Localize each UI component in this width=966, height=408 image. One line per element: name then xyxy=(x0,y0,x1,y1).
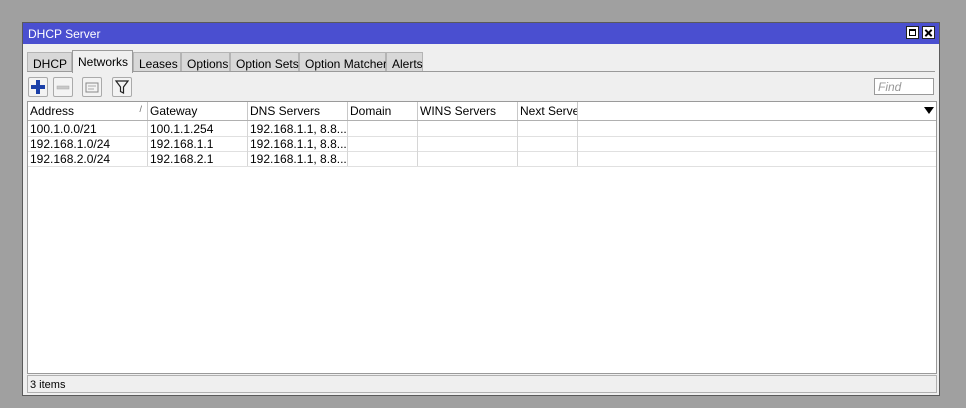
cell-gateway: 100.1.1.254 xyxy=(148,121,248,136)
tab-divider xyxy=(27,71,935,72)
cell-next-server xyxy=(518,151,578,166)
sort-indicator: / xyxy=(139,104,142,114)
column-header-dns-servers[interactable]: DNS Servers xyxy=(248,102,348,120)
cell-dns-servers: 192.168.1.1, 8.8.... xyxy=(250,136,348,151)
cell-next-server xyxy=(518,136,578,151)
table-row[interactable]: 100.1.0.0/21 100.1.1.254 192.168.1.1, 8.… xyxy=(28,121,936,137)
item-count: 3 items xyxy=(30,379,66,391)
cell-wins-servers xyxy=(418,136,518,151)
cell-domain xyxy=(348,121,418,136)
note-icon xyxy=(85,82,99,93)
maximize-icon[interactable] xyxy=(906,26,919,39)
tab-alerts[interactable]: Alerts xyxy=(386,52,423,72)
cell-domain xyxy=(348,136,418,151)
filter-button[interactable] xyxy=(112,77,132,97)
minus-icon xyxy=(56,85,70,90)
find-input[interactable] xyxy=(874,78,934,95)
tab-option-sets[interactable]: Option Sets xyxy=(230,52,299,72)
column-header-wins-servers[interactable]: WINS Servers xyxy=(418,102,518,120)
column-header-address[interactable]: Address / xyxy=(28,102,148,120)
add-button[interactable] xyxy=(28,77,48,97)
tab-networks[interactable]: Networks xyxy=(72,50,133,73)
window-title: DHCP Server xyxy=(28,27,101,41)
tab-leases[interactable]: Leases xyxy=(133,52,181,72)
cell-domain xyxy=(348,151,418,166)
close-icon[interactable] xyxy=(922,26,935,39)
cell-wins-servers xyxy=(418,121,518,136)
cell-address: 192.168.1.0/24 xyxy=(28,136,148,151)
columns-dropdown-icon[interactable] xyxy=(924,107,934,114)
status-bar: 3 items xyxy=(27,375,937,393)
tab-options[interactable]: Options xyxy=(181,52,230,72)
column-header-next-server[interactable]: Next Server xyxy=(518,102,578,120)
cell-gateway: 192.168.2.1 xyxy=(148,151,248,166)
tab-dhcp[interactable]: DHCP xyxy=(27,52,72,72)
title-bar[interactable]: DHCP Server xyxy=(23,23,939,44)
cell-dns-servers: 192.168.1.1, 8.8.... xyxy=(250,151,348,166)
networks-table: Address / Gateway DNS Servers Domain WIN… xyxy=(27,101,937,374)
cell-address: 100.1.0.0/21 xyxy=(28,121,148,136)
cell-next-server xyxy=(518,121,578,136)
column-header-gateway[interactable]: Gateway xyxy=(148,102,248,120)
remove-button[interactable] xyxy=(53,77,73,97)
cell-dns-servers: 192.168.1.1, 8.8.... xyxy=(250,121,348,136)
cell-address: 192.168.2.0/24 xyxy=(28,151,148,166)
cell-gateway: 192.168.1.1 xyxy=(148,136,248,151)
filter-icon xyxy=(114,80,130,94)
table-row[interactable]: 192.168.1.0/24 192.168.1.1 192.168.1.1, … xyxy=(28,136,936,152)
plus-icon xyxy=(31,80,45,94)
table-row[interactable]: 192.168.2.0/24 192.168.2.1 192.168.1.1, … xyxy=(28,151,936,167)
table-header: Address / Gateway DNS Servers Domain WIN… xyxy=(28,102,936,121)
cell-wins-servers xyxy=(418,151,518,166)
comment-button[interactable] xyxy=(82,77,102,97)
tab-option-matcher[interactable]: Option Matcher xyxy=(299,52,387,72)
column-header-domain[interactable]: Domain xyxy=(348,102,418,120)
dhcp-server-window: DHCP Server DHCP Networks Leases Options… xyxy=(22,22,940,396)
